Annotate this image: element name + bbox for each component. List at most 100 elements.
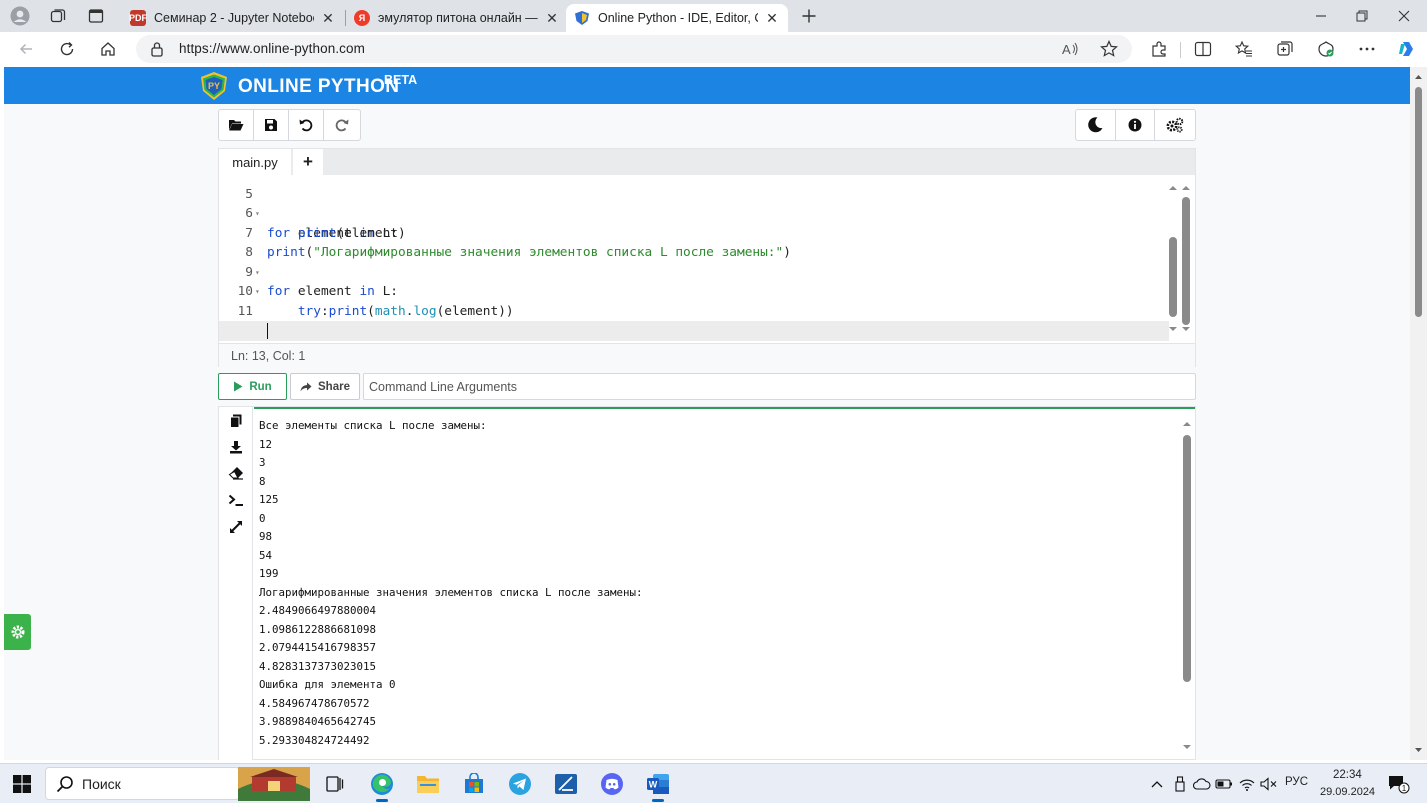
moon-icon [1088,117,1103,133]
new-tab-icon[interactable] [795,2,823,30]
word-icon[interactable]: W [642,768,674,802]
console-line: 4.8283137373023015 [259,659,377,673]
microsoft-store-icon[interactable] [458,768,490,800]
browser-essentials-icon[interactable] [1312,35,1340,63]
eraser-icon[interactable] [227,464,245,482]
code-line[interactable]: 6 print(element) [219,185,1169,241]
back-icon[interactable] [12,35,40,63]
open-file-button[interactable] [219,110,254,140]
run-button[interactable]: Run [218,373,287,400]
url-text[interactable]: https://www.online-python.com [179,41,365,56]
console-output[interactable]: Все элементы списка L после замены: 12 3… [254,407,1195,760]
code-line[interactable]: 7 print("Логарифмированные значения элем… [219,204,1169,261]
code-line[interactable]: 5 ▾ for element in L: [219,175,1169,241]
settings-button[interactable] [1155,110,1195,140]
discord-icon[interactable] [596,768,628,800]
console-line: 2.4849066497880004 [259,604,377,617]
redo-icon [335,119,348,132]
tab-actions-icon[interactable] [82,2,110,30]
add-file-tab-button[interactable]: + [293,149,323,175]
code-line-current[interactable]: 13 [219,321,1169,343]
extensions-icon[interactable] [1145,35,1173,63]
taskbar-search[interactable]: Поиск [45,767,240,800]
share-button[interactable]: Share [290,373,360,400]
show-hidden-icons-chevron-icon[interactable] [1148,775,1166,793]
download-icon[interactable] [227,438,245,456]
close-tab-icon[interactable]: ✕ [320,10,336,26]
floating-settings-button[interactable] [4,614,31,650]
restore-icon[interactable] [1339,0,1385,32]
battery-icon[interactable] [1215,775,1233,793]
gears-icon [1166,117,1184,133]
telegram-icon[interactable] [504,768,536,800]
onedrive-cloud-icon[interactable] [1193,775,1211,793]
start-windows-icon[interactable] [6,768,38,800]
close-window-icon[interactable] [1381,0,1427,32]
online-python-logo-icon[interactable]: PY [198,70,230,102]
more-options-icon[interactable] [1353,35,1381,63]
close-tab-icon[interactable]: ✕ [764,10,780,26]
notifications-icon[interactable]: 1 [1388,774,1410,794]
input-language[interactable]: РУС [1285,776,1308,788]
lock-icon[interactable] [150,41,164,57]
save-button[interactable] [254,110,289,140]
search-icon [56,776,73,793]
page-scrollbar[interactable] [1410,67,1427,760]
reload-icon[interactable] [53,35,81,63]
yandex-icon: Я [354,10,370,26]
profile-icon[interactable] [6,2,34,30]
file-tab-main-py[interactable]: main.py [219,149,291,175]
tab-online-python[interactable]: Online Python - IDE, Editor, Comp ✕ [566,4,788,32]
read-aloud-icon[interactable]: A [1062,41,1080,57]
minimize-icon[interactable] [1298,0,1344,32]
home-icon[interactable] [94,35,122,63]
brand-name[interactable]: ONLINE PYTHON [238,76,399,98]
console-line: 4.584967478670572 [259,696,370,710]
close-tab-icon[interactable]: ✕ [544,10,560,26]
clock-date[interactable]: 29.09.2024 [1320,786,1375,798]
split-screen-icon[interactable] [1189,35,1217,63]
info-button[interactable] [1116,110,1156,140]
code-editor[interactable]: 5 ▾ for element in L: 6 print(element) 7… [219,175,1195,343]
tab-title: Online Python - IDE, Editor, Comp [598,11,758,25]
clock-time[interactable]: 22:34 [1333,769,1362,781]
favorite-star-icon[interactable] [1100,40,1118,58]
tab-title: Семинар 2 - Jupyter Notebook.pd [154,11,314,25]
code-line[interactable]: 10 print(math.log(element)) [219,263,1169,319]
search-highlight-image[interactable] [238,767,310,801]
save-icon [265,119,277,131]
favorites-icon[interactable] [1230,35,1258,63]
beta-badge: BETA [384,73,418,87]
console-line: Ошибка для элемента 0 [259,678,396,691]
console-scrollbar[interactable] [1180,415,1194,757]
console-line: 8 [259,474,266,488]
terminal-icon[interactable] [227,491,245,509]
edge-browser-icon[interactable] [366,768,398,802]
copilot-icon[interactable] [1393,35,1421,63]
collections-icon[interactable] [1271,35,1299,63]
dark-mode-button[interactable] [1076,110,1116,140]
workspaces-icon[interactable] [44,2,72,30]
code-editor-panel: main.py + 5 ▾ for element in L: 6 print(… [218,148,1196,367]
snipping-tool-icon[interactable] [550,768,582,800]
online-python-icon [574,10,590,26]
tab-yandex[interactable]: Я эмулятор питона онлайн — Янде ✕ [346,4,568,32]
device-usb-icon[interactable] [1171,775,1189,793]
wifi-icon[interactable] [1238,775,1256,793]
command-line-arguments-input[interactable] [363,373,1196,400]
code-line[interactable]: 8 ▾ for element in L: [219,224,1169,299]
tab-jupyter-pdf[interactable]: PDF Семинар 2 - Jupyter Notebook.pd ✕ [122,4,344,32]
code-line[interactable]: 9 ▾ try: [219,243,1169,319]
expand-icon[interactable] [227,518,245,536]
task-view-icon[interactable] [319,768,351,800]
editor-scrollbar[interactable] [1168,179,1192,339]
address-bar[interactable]: https://www.online-python.com A [136,35,1132,63]
code-line[interactable]: 11 ▾ except ValueError as e: [219,282,1169,344]
volume-muted-icon[interactable] [1260,775,1278,793]
redo-button[interactable] [324,110,359,140]
code-line[interactable]: 12 print(f"Ошибка для элемента {element}… [219,302,1169,343]
file-explorer-icon[interactable] [412,768,444,800]
folder-open-icon [229,120,244,131]
copy-icon[interactable] [227,412,245,430]
undo-button[interactable] [289,110,324,140]
